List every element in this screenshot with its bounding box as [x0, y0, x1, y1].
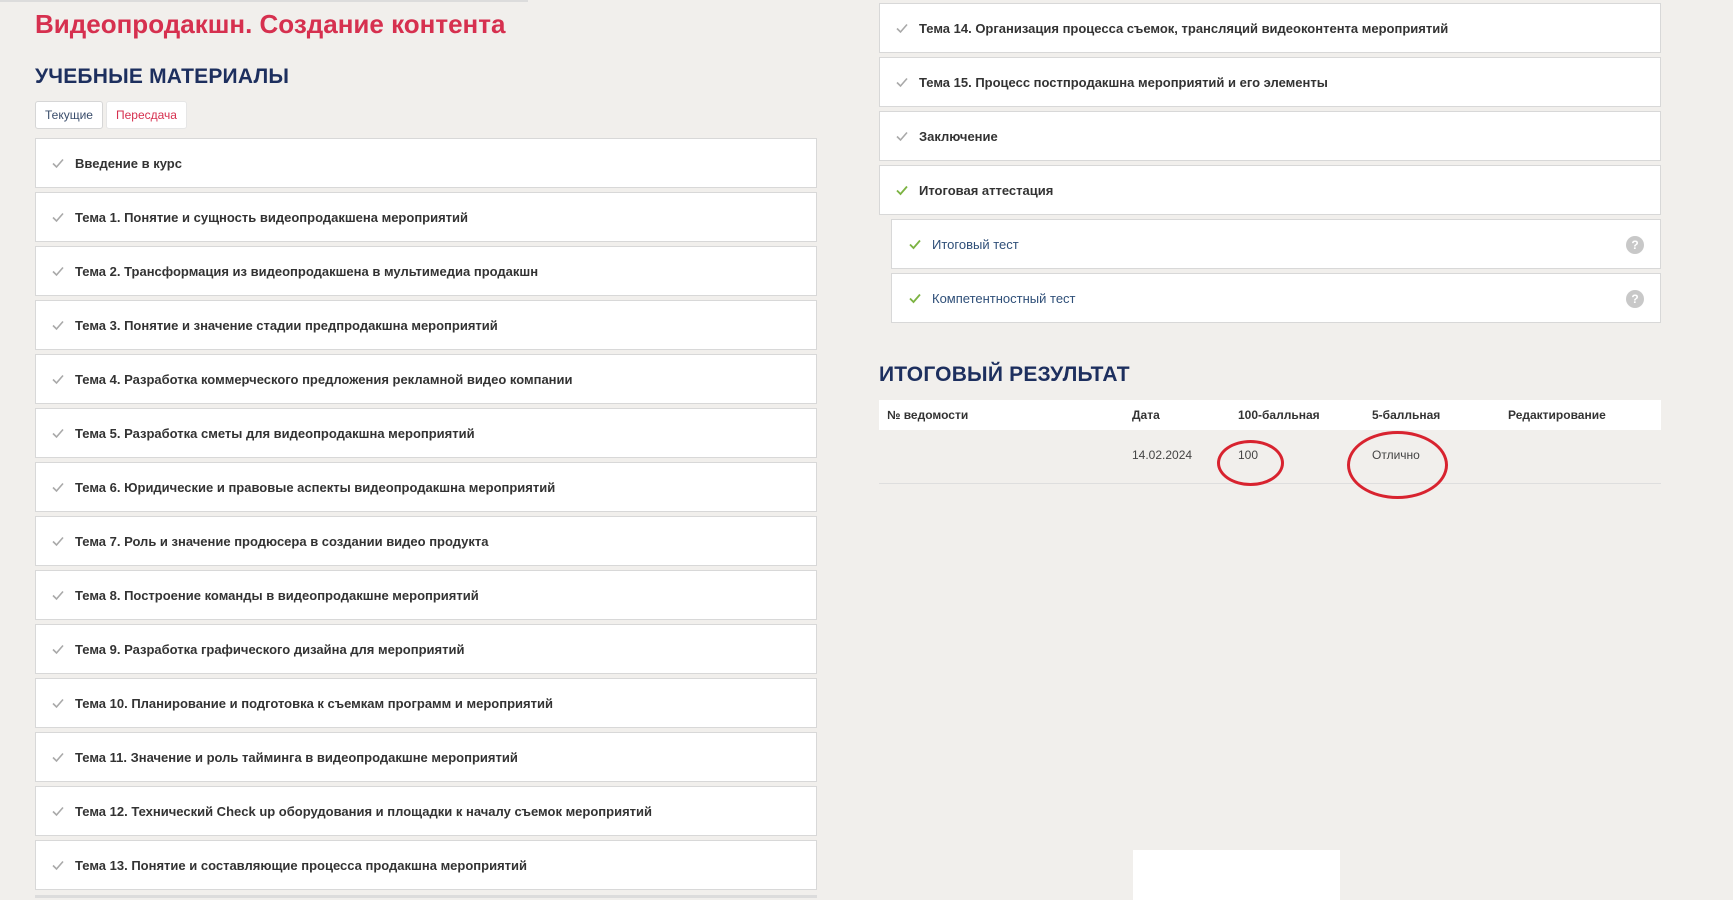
topic-12[interactable]: Тема 12. Технический Check up оборудован… [35, 786, 817, 836]
topic-4[interactable]: Тема 4. Разработка коммерческого предлож… [35, 354, 817, 404]
topic-label: Заключение [919, 128, 998, 144]
check-icon [895, 21, 909, 35]
check-icon [51, 696, 65, 710]
tab-current[interactable]: Текущие [35, 101, 103, 129]
column-header-100: 100-балльная [1238, 408, 1320, 422]
tab-retake[interactable]: Пересдача [105, 101, 187, 129]
subtopic-competency-test[interactable]: Компетентностный тест ? [891, 273, 1661, 323]
topic-2[interactable]: Тема 2. Трансформация из видеопродакшена… [35, 246, 817, 296]
topic-list: Введение в курс Тема 1. Понятие и сущнос… [35, 138, 817, 894]
column-header-date: Дата [1132, 408, 1160, 422]
topic-14[interactable]: Тема 14. Организация процесса съемок, тр… [879, 3, 1661, 53]
check-icon [51, 588, 65, 602]
topic-label: Введение в курс [75, 155, 182, 171]
topic-label: Тема 9. Разработка графического дизайна … [75, 641, 465, 657]
topic-label: Тема 3. Понятие и значение стадии предпр… [75, 317, 498, 333]
topic-5[interactable]: Тема 5. Разработка сметы для видеопродак… [35, 408, 817, 458]
blank-panel [1133, 850, 1340, 900]
topic-label: Тема 1. Понятие и сущность видеопродакше… [75, 209, 469, 225]
topic-conclusion[interactable]: Заключение [879, 111, 1661, 161]
topic-label: Тема 2. Трансформация из видеопродакшена… [75, 263, 539, 279]
check-icon [51, 804, 65, 818]
topic-7[interactable]: Тема 7. Роль и значение продюсера в созд… [35, 516, 817, 566]
check-icon [51, 534, 65, 548]
topic-13[interactable]: Тема 13. Понятие и составляющие процесса… [35, 840, 817, 890]
topic-label: Тема 11. Значение и роль тайминга в виде… [75, 749, 518, 765]
topic-label: Тема 15. Процесс постпродакшна мероприят… [919, 74, 1328, 90]
topic-label: Тема 7. Роль и значение продюсера в созд… [75, 533, 489, 549]
topic-label: Тема 12. Технический Check up оборудован… [75, 803, 653, 819]
topic-1[interactable]: Тема 1. Понятие и сущность видеопродакше… [35, 192, 817, 242]
check-icon [51, 750, 65, 764]
annotation-circle-score-100 [1217, 440, 1284, 486]
topic-intro[interactable]: Введение в курс [35, 138, 817, 188]
check-icon [51, 264, 65, 278]
topic-label: Тема 14. Организация процесса съемок, тр… [919, 20, 1449, 36]
column-header-edit: Редактирование [1508, 408, 1606, 422]
topic-label: Тема 5. Разработка сметы для видеопродак… [75, 425, 475, 441]
topic-10[interactable]: Тема 10. Планирование и подготовка к съе… [35, 678, 817, 728]
check-icon [51, 372, 65, 386]
topic-label: Тема 8. Построение команды в видеопродак… [75, 587, 479, 603]
topic-list-continued: Тема 14. Организация процесса съемок, тр… [879, 3, 1661, 327]
topic-label: Тема 4. Разработка коммерческого предлож… [75, 371, 573, 387]
check-icon [908, 237, 922, 251]
check-icon [895, 183, 909, 197]
check-icon [51, 156, 65, 170]
cell-date: 14.02.2024 [1132, 448, 1193, 462]
topic-label: Тема 10. Планирование и подготовка к съе… [75, 695, 553, 711]
topic-6[interactable]: Тема 6. Юридические и правовые аспекты в… [35, 462, 817, 512]
help-icon[interactable]: ? [1626, 236, 1644, 254]
topic-label: Тема 13. Понятие и составляющие процесса… [75, 857, 528, 873]
column-header-number: № ведомости [887, 408, 969, 422]
help-icon[interactable]: ? [1626, 290, 1644, 308]
bottom-divider [35, 895, 817, 898]
topic-label: Итоговая аттестация [919, 182, 1054, 198]
check-icon [51, 210, 65, 224]
top-divider [0, 0, 528, 2]
results-header-row: № ведомости Дата 100-балльная 5-балльная… [879, 400, 1661, 430]
check-icon [51, 642, 65, 656]
topic-label: Тема 6. Юридические и правовые аспекты в… [75, 479, 556, 495]
topic-3[interactable]: Тема 3. Понятие и значение стадии предпр… [35, 300, 817, 350]
check-icon [895, 129, 909, 143]
result-heading: ИТОГОВЫЙ РЕЗУЛЬТАТ [879, 363, 1130, 386]
materials-tabs: Текущие Пересдача [35, 101, 187, 129]
topic-11[interactable]: Тема 11. Значение и роль тайминга в виде… [35, 732, 817, 782]
subtopic-final-test[interactable]: Итоговый тест ? [891, 219, 1661, 269]
check-icon [51, 858, 65, 872]
check-icon [51, 426, 65, 440]
column-header-5: 5-балльная [1372, 408, 1441, 422]
materials-heading: УЧЕБНЫЕ МАТЕРИАЛЫ [35, 65, 290, 88]
topic-15[interactable]: Тема 15. Процесс постпродакшна мероприят… [879, 57, 1661, 107]
subtopic-label: Итоговый тест [932, 236, 1019, 252]
check-icon [51, 480, 65, 494]
check-icon [908, 291, 922, 305]
check-icon [51, 318, 65, 332]
subtopic-label: Компетентностный тест [932, 290, 1076, 306]
annotation-circle-score-5 [1347, 431, 1448, 499]
topic-8[interactable]: Тема 8. Построение команды в видеопродак… [35, 570, 817, 620]
topic-final-attestation[interactable]: Итоговая аттестация [879, 165, 1661, 215]
topic-9[interactable]: Тема 9. Разработка графического дизайна … [35, 624, 817, 674]
course-title: Видеопродакшн. Создание контента [35, 9, 506, 39]
check-icon [895, 75, 909, 89]
